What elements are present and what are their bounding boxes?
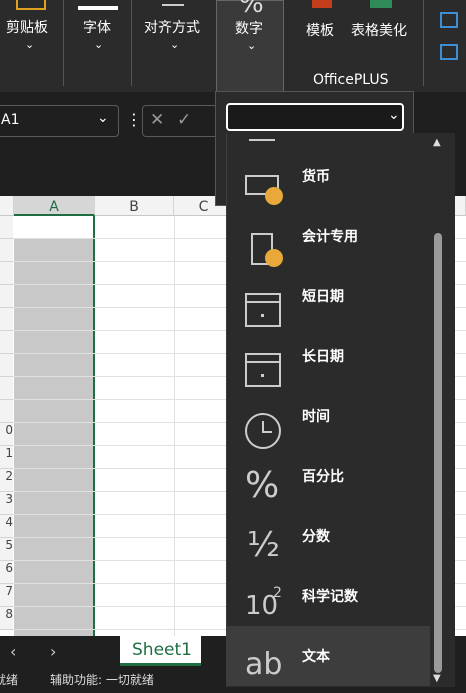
row-header[interactable]	[0, 377, 13, 400]
text-icon: ab	[245, 647, 283, 682]
row-header[interactable]	[0, 331, 13, 354]
row-header[interactable]: 3	[0, 492, 13, 515]
number-format-list: 货币会计专用短日期长日期时间百分比% 分数 ½ 科学记数 10 2 文本 ab	[226, 133, 455, 687]
row-header[interactable]	[0, 216, 13, 239]
confirm-icon[interactable]: ✓	[177, 110, 191, 130]
format-item-scientific[interactable]: 科学记数 10 2	[227, 553, 427, 621]
format-item-label: 时间	[302, 409, 330, 425]
row-header[interactable]: 0	[0, 423, 13, 446]
clipboard-label: 剪贴板	[6, 20, 48, 36]
percent-icon: %	[239, 0, 264, 19]
format-item-label: 货币	[302, 169, 330, 185]
scroll-right-icon[interactable]: ›	[50, 642, 56, 661]
format-item-label: 文本	[302, 649, 330, 665]
align-icon	[162, 4, 184, 6]
row-header[interactable]	[0, 354, 13, 377]
name-box[interactable]: A1 ⌄	[0, 105, 119, 137]
format-item-clock[interactable]: 时间	[227, 373, 427, 449]
font-group[interactable]: 字体 ⌄	[66, 0, 130, 92]
select-all-corner[interactable]	[0, 196, 14, 216]
grid-line	[174, 216, 175, 636]
format-item-fraction[interactable]: 分数 ½	[227, 493, 427, 565]
sheet-tab-sheet1[interactable]: Sheet1	[120, 636, 201, 666]
more-options-icon[interactable]: ⋮	[126, 110, 142, 129]
ribbon-divider	[131, 0, 132, 86]
column-header-b[interactable]: B	[95, 196, 174, 216]
format-item-short-date[interactable]: 短日期	[227, 253, 427, 327]
scroll-thumb[interactable]	[434, 233, 442, 673]
font-icon	[78, 6, 118, 10]
format-item-accounting[interactable]: 会计专用	[227, 193, 427, 267]
row-header[interactable]: 2	[0, 469, 13, 492]
font-label: 字体	[83, 20, 111, 36]
alignment-label: 对齐方式	[144, 20, 200, 36]
column-a-border	[93, 216, 95, 636]
format-item-label: 分数	[302, 529, 330, 545]
ribbon: 剪贴板 ⌄ 字体 ⌄ 对齐方式 ⌄ % 数字 ⌄ 模板 表格美化 OfficeP…	[0, 0, 466, 92]
clipboard-icon	[16, 0, 46, 10]
row-header[interactable]	[0, 262, 13, 285]
scroll-down-icon[interactable]: ▼	[433, 673, 441, 684]
chevron-down-icon: ⌄	[94, 38, 104, 51]
chevron-down-icon[interactable]: ⌄	[97, 110, 109, 126]
format-item-currency[interactable]: 货币	[227, 133, 427, 205]
scroll-up-icon[interactable]: ▲	[433, 137, 441, 148]
template-label: 模板	[306, 23, 334, 39]
chevron-down-icon: ⌄	[25, 38, 35, 51]
format-item-label: 百分比	[302, 469, 344, 485]
table-edit-icon[interactable]	[440, 44, 458, 60]
row-header[interactable]	[0, 308, 13, 331]
ribbon-divider	[423, 0, 424, 86]
active-cell-a1[interactable]	[14, 216, 94, 239]
beautify-label: 表格美化	[351, 23, 407, 39]
status-ready: 就绪	[0, 673, 19, 687]
number-label: 数字	[235, 21, 263, 37]
template-icon	[312, 0, 332, 8]
format-item-long-date[interactable]: 长日期	[227, 313, 427, 387]
row-header[interactable]: 8	[0, 607, 13, 630]
row-header[interactable]	[0, 400, 13, 423]
row-header[interactable]	[0, 239, 13, 262]
format-item-label: 科学记数	[302, 589, 358, 605]
format-item-label: 短日期	[302, 289, 344, 305]
selected-column-a[interactable]	[14, 216, 94, 636]
format-item-percent[interactable]: 百分比%	[227, 433, 427, 506]
dropdown-scrollbar[interactable]: ▲ ▼	[430, 133, 446, 687]
row-header[interactable]: 4	[0, 515, 13, 538]
name-box-value: A1	[1, 112, 20, 128]
ribbon-divider	[63, 0, 64, 86]
column-header-a[interactable]: A	[14, 196, 95, 216]
alignment-group[interactable]: 对齐方式 ⌄	[134, 0, 214, 92]
clipboard-group[interactable]: 剪贴板 ⌄	[0, 0, 62, 92]
row-header[interactable]: 6	[0, 561, 13, 584]
row-header[interactable]	[0, 285, 13, 308]
number-format-select[interactable]: ⌄	[226, 103, 404, 131]
format-item-label: 会计专用	[302, 229, 358, 245]
chevron-down-icon[interactable]: ⌄	[388, 107, 400, 123]
sheet-tab-label: Sheet1	[132, 640, 192, 660]
chevron-down-icon: ⌄	[170, 38, 180, 51]
accessibility-status[interactable]: 辅助功能: 一切就绪	[50, 671, 154, 688]
format-item-label: 长日期	[302, 349, 344, 365]
format-item-text[interactable]: 文本 ab	[227, 626, 431, 686]
table-style-icon[interactable]	[440, 12, 458, 28]
number-group[interactable]: % 数字 ⌄	[216, 0, 284, 92]
chevron-down-icon: ⌄	[247, 39, 257, 52]
row-header[interactable]: 7	[0, 584, 13, 607]
officeplus-group-label: OfficePLUS	[313, 72, 389, 88]
beautify-icon	[370, 0, 392, 8]
row-header[interactable]: 5	[0, 538, 13, 561]
cancel-icon[interactable]: ✕	[150, 110, 164, 130]
scroll-left-icon[interactable]: ‹	[10, 642, 16, 661]
row-header[interactable]: 1	[0, 446, 13, 469]
